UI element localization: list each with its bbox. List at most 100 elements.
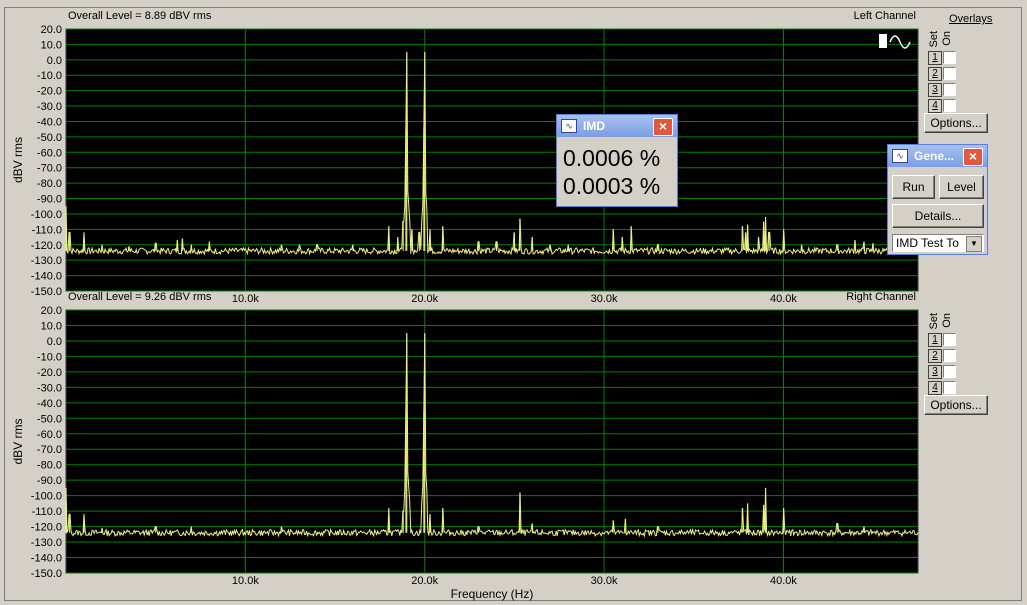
top-y-tick-label: 20.0 [41, 24, 62, 36]
generator-close-icon[interactable]: × [963, 148, 983, 166]
top-y-tick-label: -50.0 [37, 132, 62, 144]
spectrum-plots: 20.0 10.0 0.0 -10.0 -20.0 -30.0 -40.0 -50.0 -60.… [11, 10, 919, 601]
top-y-axis-label: dBV rms [11, 137, 25, 183]
top-x-tick-label: 30.0k [591, 293, 618, 305]
imd-value-left: 0.0006 % [563, 145, 661, 171]
bottom-y-tick-label: -130.0 [31, 537, 62, 549]
top-x-tick-label: 20.0k [411, 293, 438, 305]
overlay-set-button[interactable]: 1 [928, 51, 942, 65]
overlay-on-checkbox[interactable] [943, 99, 956, 112]
bottom-y-tick-label: -40.0 [37, 398, 62, 410]
overlay-row: 2 [928, 349, 988, 364]
bottom-x-tick-label: 40.0k [770, 575, 797, 587]
overlay-col-set: Set [928, 313, 940, 330]
run-button[interactable]: Run [892, 175, 935, 199]
bottom-x-tick-label: 30.0k [591, 575, 618, 587]
top-y-tick-label: -80.0 [37, 178, 62, 190]
bottom-y-tick-label: 20.0 [41, 305, 62, 317]
overlay-set-button[interactable]: 1 [928, 333, 942, 347]
bottom-x-tick-label: 20.0k [411, 575, 438, 587]
top-channel-label: Left Channel [854, 10, 916, 22]
bottom-y-tick-label: -50.0 [37, 413, 62, 425]
overlay-set-button[interactable]: 2 [928, 67, 942, 81]
top-y-tick-label: -110.0 [32, 224, 62, 236]
x-axis-label: Frequency (Hz) [451, 587, 534, 601]
overlay-options-button[interactable]: Options... [924, 395, 988, 415]
top-y-tick-label: -120.0 [31, 240, 62, 252]
overlay-row: 3 [928, 83, 988, 98]
chevron-down-icon[interactable]: ▼ [966, 236, 982, 252]
overlay-row: 4 [928, 381, 988, 396]
bottom-y-tick-label: -20.0 [37, 367, 62, 379]
overlay-on-checkbox[interactable] [943, 51, 956, 64]
overlay-on-checkbox[interactable] [943, 381, 956, 394]
generator-select-value: IMD Test To [896, 236, 959, 250]
top-y-tick-label: -70.0 [37, 163, 62, 175]
bottom-y-axis-label: dBV rms [11, 418, 25, 464]
overlay-set-button[interactable]: 4 [928, 381, 942, 395]
overlay-row: 3 [928, 365, 988, 380]
bottom-y-tick-label: -70.0 [37, 444, 62, 456]
bottom-y-tick-label: -90.0 [37, 475, 62, 487]
top-y-tick-label: -60.0 [37, 147, 62, 159]
generator-icon: ∿ [892, 149, 908, 163]
top-x-tick-label: 10.0k [232, 293, 259, 305]
imd-window[interactable]: ∿ IMD × 0.0006 % 0.0003 % [556, 114, 678, 207]
overlay-on-checkbox[interactable] [943, 83, 956, 96]
top-y-tick-label: -140.0 [31, 271, 62, 283]
top-y-tick-label: -20.0 [37, 86, 62, 98]
overlay-on-checkbox[interactable] [943, 333, 956, 346]
top-y-tick-label: -90.0 [37, 194, 62, 206]
top-y-tick-label: 10.0 [41, 39, 62, 51]
overlay-on-checkbox[interactable] [943, 349, 956, 362]
overlay-options-button[interactable]: Options... [924, 113, 988, 133]
top-y-tick-label: -150.0 [31, 286, 62, 298]
overlay-row: 4 [928, 99, 988, 114]
top-y-tick-label: 0.0 [47, 55, 62, 67]
imd-title: IMD [583, 119, 605, 133]
overlay-set-button[interactable]: 4 [928, 99, 942, 113]
overlay-set-button[interactable]: 3 [928, 365, 942, 379]
generator-title: Gene... [914, 149, 955, 163]
top-y-tick-label: -40.0 [37, 116, 62, 128]
overlay-col-set: Set [928, 31, 940, 48]
overlay-col-on: On [941, 313, 953, 328]
level-button[interactable]: Level [939, 175, 984, 199]
bottom-y-tick-label: -60.0 [37, 429, 62, 441]
details-button[interactable]: Details... [892, 204, 984, 228]
bottom-y-tick-label: -140.0 [31, 553, 62, 565]
overlay-on-checkbox[interactable] [943, 365, 956, 378]
bottom-y-tick-label: -150.0 [31, 568, 62, 580]
overlays-title[interactable]: Overlays [949, 13, 992, 25]
imd-value-right: 0.0003 % [563, 173, 661, 199]
top-x-tick-label: 40.0k [770, 293, 797, 305]
overlay-set-button[interactable]: 2 [928, 349, 942, 363]
bottom-y-tick-label: -10.0 [37, 351, 62, 363]
generator-window[interactable]: ∿ Gene... × Run Level Details... IMD Tes… [887, 144, 988, 255]
overlay-row: 1 [928, 333, 988, 348]
generator-select[interactable]: IMD Test To ▼ [892, 234, 984, 252]
bottom-y-tick-label: -80.0 [37, 460, 62, 472]
top-y-tick-label: -100.0 [31, 209, 62, 221]
top-overall-level: Overall Level = 8.89 dBV rms [68, 10, 212, 22]
bottom-y-tick-label: -100.0 [31, 491, 62, 503]
overlay-row: 1 [928, 51, 988, 66]
overlay-set-button[interactable]: 3 [928, 83, 942, 97]
bottom-y-tick-label: 10.0 [41, 320, 62, 332]
bottom-y-tick-label: -110.0 [32, 506, 62, 518]
overlay-row: 2 [928, 67, 988, 82]
overlay-col-on: On [941, 31, 953, 46]
overlay-on-checkbox[interactable] [943, 67, 956, 80]
bottom-overall-level: Overall Level = 9.26 dBV rms [68, 291, 212, 303]
top-y-tick-label: -10.0 [37, 70, 62, 82]
signal-icon [879, 34, 887, 48]
imd-close-icon[interactable]: × [653, 118, 673, 136]
bottom-x-tick-label: 10.0k [232, 575, 259, 587]
top-y-tick-label: -130.0 [31, 255, 62, 267]
meter-icon: ∿ [561, 119, 577, 133]
generator-titlebar[interactable]: ∿ Gene... × [888, 145, 987, 167]
imd-titlebar[interactable]: ∿ IMD × [557, 115, 677, 137]
bottom-y-tick-label: -30.0 [37, 382, 62, 394]
bottom-y-tick-label: 0.0 [47, 336, 62, 348]
top-y-tick-label: -30.0 [37, 101, 62, 113]
